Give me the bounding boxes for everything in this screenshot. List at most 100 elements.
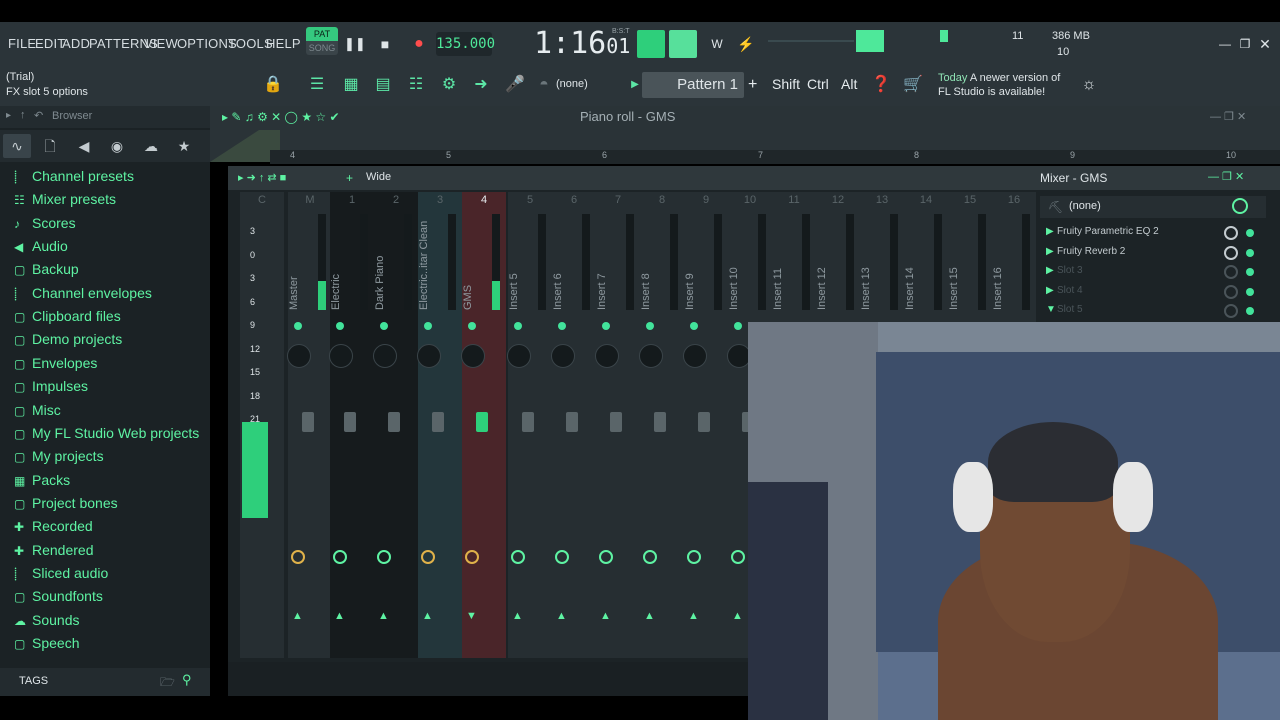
shift-button[interactable]: Shift: [772, 76, 800, 92]
pattern-selector[interactable]: Pattern 1: [642, 72, 744, 98]
volume-fader[interactable]: [432, 412, 444, 432]
update-icon[interactable]: ☼: [1078, 74, 1100, 96]
star-tab-icon[interactable]: ★: [170, 134, 198, 158]
mixer-add-icon[interactable]: +: [346, 171, 353, 185]
mixer-view-mode[interactable]: Wide: [366, 171, 391, 183]
minimize-icon[interactable]: —: [1216, 35, 1234, 53]
tempo-display[interactable]: 135.000: [436, 32, 495, 56]
browser-item-sliced-audio[interactable]: ⸽ Sliced audio: [14, 565, 108, 587]
channel-select[interactable]: (none): [556, 78, 588, 90]
mixer-track-select[interactable]: ⛏ (none): [1040, 196, 1266, 218]
slot-arrow-icon[interactable]: ▶: [1046, 265, 1054, 276]
browser-item-backup[interactable]: ▢ Backup: [14, 261, 79, 283]
browser-item-scores[interactable]: ♪ Scores: [14, 215, 76, 237]
send-clock-icon[interactable]: [291, 550, 305, 564]
cloud-tab-icon[interactable]: ☁: [137, 134, 165, 158]
browser-item-project-bones[interactable]: ▢ Project bones: [14, 495, 118, 517]
pan-knob[interactable]: [683, 344, 707, 368]
volume-fader[interactable]: [476, 412, 488, 432]
news-panel[interactable]: Today A newer version of FL Studio is av…: [938, 71, 1060, 99]
volume-fader[interactable]: [654, 412, 666, 432]
route-arrow-icon[interactable]: ▲: [422, 610, 433, 622]
slot-enable-led[interactable]: [1246, 287, 1254, 296]
browser-arrow-icon[interactable]: ▸: [6, 110, 11, 121]
up-icon[interactable]: ↑: [20, 109, 26, 121]
strip-enable-led[interactable]: [336, 322, 344, 330]
pan-knob[interactable]: [287, 344, 311, 368]
effect-slot-4[interactable]: Slot 4: [1057, 285, 1083, 296]
send-clock-icon[interactable]: [465, 550, 479, 564]
close-icon[interactable]: ✕: [1256, 35, 1274, 53]
strip-enable-led[interactable]: [294, 322, 302, 330]
metronome-icon[interactable]: [637, 30, 665, 58]
slot-mix-knob[interactable]: [1224, 245, 1238, 260]
plugin-icon[interactable]: ⚙: [438, 74, 460, 96]
strip-enable-led[interactable]: [602, 322, 610, 330]
slot-mix-knob[interactable]: [1224, 265, 1238, 279]
volume-fader[interactable]: [388, 412, 400, 432]
volume-fader[interactable]: [698, 412, 710, 432]
browser-item-demo-projects[interactable]: ▢ Demo projects: [14, 331, 122, 353]
browser-item-envelopes[interactable]: ▢ Envelopes: [14, 355, 97, 377]
route-arrow-icon[interactable]: ▲: [378, 610, 389, 622]
route-arrow-icon[interactable]: ▲: [512, 610, 523, 622]
browser-item-channel-presets[interactable]: ⸽ Channel presets: [14, 168, 134, 190]
browser-item-soundfonts[interactable]: ▢ Soundfonts: [14, 588, 103, 610]
menu-view[interactable]: VIEW: [144, 36, 178, 51]
slot-enable-led[interactable]: [1246, 229, 1254, 237]
browser-item-packs[interactable]: ▦ Packs: [14, 472, 70, 494]
folder-icon[interactable]: 🗁: [160, 673, 175, 694]
strip-enable-led[interactable]: [558, 322, 566, 330]
menu-help[interactable]: HELP: [266, 36, 301, 51]
menu-add[interactable]: ADD: [62, 36, 90, 51]
volume-fader[interactable]: [344, 412, 356, 432]
pause-icon[interactable]: ❚❚: [344, 35, 366, 53]
slot-arrow-icon[interactable]: ▼: [1046, 304, 1056, 315]
add-pattern-button[interactable]: +: [748, 76, 757, 94]
strip-enable-led[interactable]: [690, 322, 698, 330]
search-icon[interactable]: ⚲: [182, 672, 192, 688]
effect-slot-3[interactable]: Slot 3: [1057, 265, 1083, 276]
pat-mode[interactable]: PAT: [306, 27, 338, 41]
all-tab-icon[interactable]: ∿: [3, 134, 31, 158]
files-tab-icon[interactable]: 🗋: [36, 134, 64, 158]
route-arrow-icon[interactable]: ▲: [292, 610, 303, 622]
route-arrow-icon[interactable]: ▲: [688, 610, 699, 622]
browser-item-impulses[interactable]: ▢ Impulses: [14, 378, 88, 400]
pan-knob[interactable]: [551, 344, 575, 368]
route-arrow-icon[interactable]: ▼: [466, 610, 477, 622]
menu-edit[interactable]: EDIT: [35, 36, 65, 51]
slot-mix-knob[interactable]: [1224, 226, 1238, 240]
blend-notes-icon[interactable]: ⚡: [737, 35, 755, 53]
route-arrow-icon[interactable]: ▲: [556, 610, 567, 622]
send-clock-icon[interactable]: [421, 550, 435, 564]
pan-knob[interactable]: [329, 344, 353, 368]
arrow-right-icon[interactable]: ➜: [470, 74, 492, 96]
slot-enable-led[interactable]: [1246, 248, 1254, 257]
strip-enable-led[interactable]: [514, 322, 522, 330]
route-arrow-icon[interactable]: ▲: [600, 610, 611, 622]
ctrl-button[interactable]: Ctrl: [807, 76, 829, 92]
effect-slot-1[interactable]: Fruity Parametric EQ 2: [1057, 226, 1159, 237]
clock-icon[interactable]: [1232, 198, 1248, 214]
send-clock-icon[interactable]: [643, 550, 657, 564]
route-arrow-icon[interactable]: ▲: [644, 610, 655, 622]
browser-item-clipboard-files[interactable]: ▢ Clipboard files: [14, 308, 121, 330]
stop-icon[interactable]: ■: [376, 35, 394, 53]
microphone-icon[interactable]: 🎤: [504, 74, 526, 96]
send-clock-icon[interactable]: [731, 550, 745, 564]
mixer-window-controls[interactable]: — ❐ ✕: [1208, 170, 1244, 183]
pan-knob[interactable]: [461, 344, 485, 368]
send-clock-icon[interactable]: [333, 550, 347, 564]
strip-enable-led[interactable]: [734, 322, 742, 330]
send-clock-icon[interactable]: [687, 550, 701, 564]
piano-roll-window-controls[interactable]: — ❐ ✕: [1210, 110, 1246, 123]
volume-fader[interactable]: [610, 412, 622, 432]
browser-item-sounds[interactable]: ☁ Sounds: [14, 612, 79, 634]
lock-icon[interactable]: 🔒: [262, 74, 284, 96]
browser-item-speech[interactable]: ▢ Speech: [14, 635, 79, 657]
slot-enable-led[interactable]: [1246, 307, 1254, 315]
volume-fader[interactable]: [302, 412, 314, 432]
send-clock-icon[interactable]: [599, 550, 613, 564]
slot-arrow-icon[interactable]: ▶: [1046, 246, 1054, 257]
